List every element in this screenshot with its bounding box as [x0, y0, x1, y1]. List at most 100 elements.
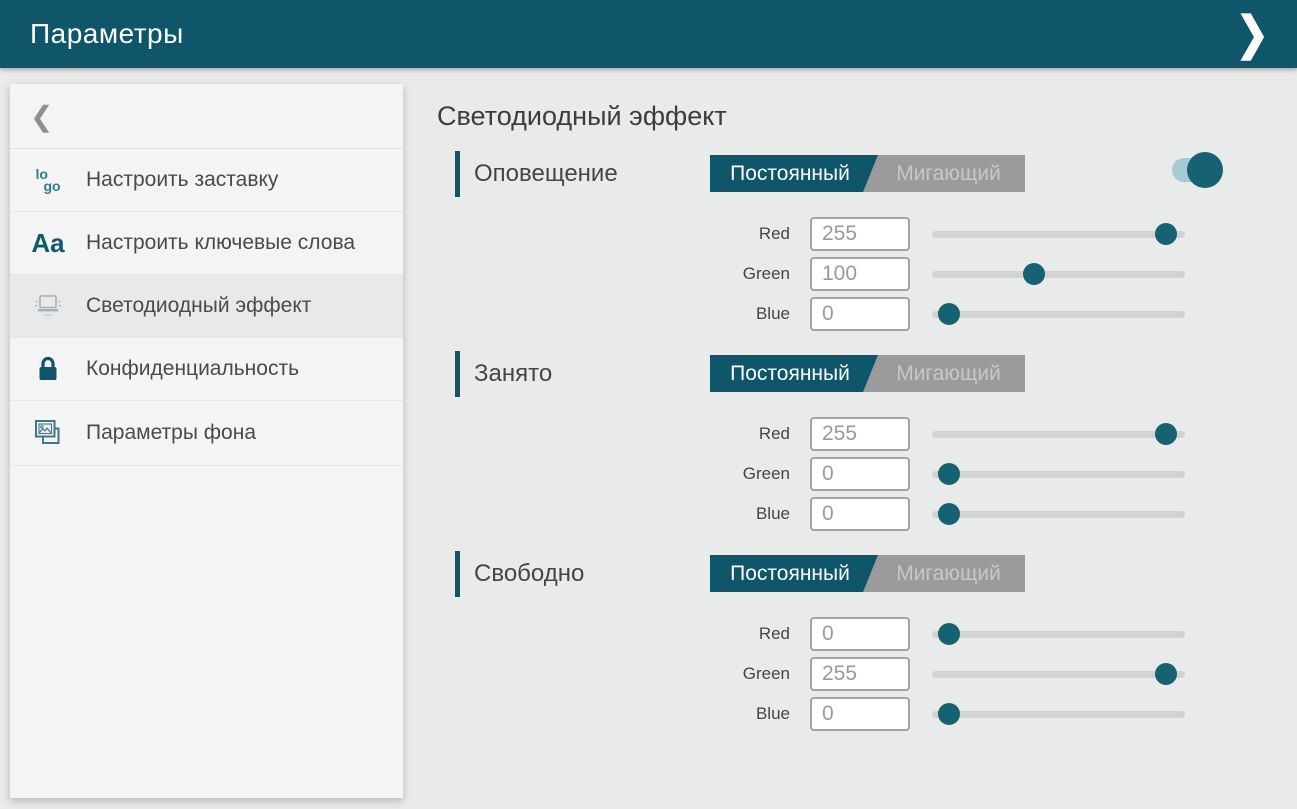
channel-label: Blue	[437, 504, 790, 524]
sidebar-item-label: Светодиодный эффект	[86, 293, 311, 320]
mode-option-blinking[interactable]: Мигающий	[862, 355, 1025, 392]
green-slider	[932, 463, 1185, 485]
green-slider-thumb[interactable]	[938, 463, 960, 485]
green-value-input[interactable]	[810, 657, 910, 691]
channel-row: Green	[437, 457, 1297, 491]
page-title: Светодиодный эффект	[437, 101, 1297, 132]
blue-value-input[interactable]	[810, 697, 910, 731]
red-slider-track[interactable]	[932, 431, 1185, 438]
channel-label: Red	[437, 424, 790, 444]
sidebar-item-label: Настроить заставку	[86, 167, 278, 194]
led-sections: Оповещение Мигающий Постоянный Red Green	[437, 151, 1297, 731]
channel-label: Blue	[437, 704, 790, 724]
sidebar-item-label: Настроить ключевые слова	[86, 230, 355, 257]
section-accent-bar	[455, 551, 460, 597]
green-slider-thumb[interactable]	[1023, 263, 1045, 285]
blue-slider-track[interactable]	[932, 711, 1185, 718]
channel-row: Red	[437, 217, 1297, 251]
app-title: Параметры	[30, 18, 184, 50]
mode-toggle: Мигающий Постоянный	[710, 355, 1025, 392]
main-content: Светодиодный эффект Оповещение Мигающий …	[437, 84, 1297, 751]
mode-option-blinking[interactable]: Мигающий	[862, 155, 1025, 192]
red-slider-thumb[interactable]	[938, 623, 960, 645]
led-section: Оповещение Мигающий Постоянный Red Green	[437, 151, 1297, 331]
red-slider	[932, 623, 1185, 645]
section-accent-bar	[455, 351, 460, 397]
blue-slider	[932, 303, 1185, 325]
green-slider	[932, 263, 1185, 285]
red-slider	[932, 423, 1185, 445]
channel-row: Blue	[437, 297, 1297, 331]
red-value-input[interactable]	[810, 217, 910, 251]
section-title: Занято	[474, 360, 552, 388]
mode-option-constant[interactable]: Постоянный	[710, 155, 878, 192]
sidebar-item-background[interactable]: Параметры фона	[10, 401, 403, 466]
sidebar-item-label: Конфиденциальность	[86, 356, 299, 383]
section-header: Занято Мигающий Постоянный	[437, 351, 1297, 397]
app-header: Параметры ❯	[0, 0, 1297, 68]
background-icon	[10, 417, 86, 449]
channel-row: Blue	[437, 697, 1297, 731]
blue-slider-thumb[interactable]	[938, 703, 960, 725]
mode-toggle: Мигающий Постоянный	[710, 555, 1025, 592]
keywords-icon: Aa	[10, 230, 86, 256]
section-header: Свободно Мигающий Постоянный	[437, 551, 1297, 597]
channel-label: Green	[437, 264, 790, 284]
channel-row: Blue	[437, 497, 1297, 531]
sidebar-item-splash[interactable]: logo Настроить заставку	[10, 149, 403, 212]
led-effect-icon	[10, 292, 86, 320]
toggle-knob	[1187, 152, 1223, 188]
blue-slider-thumb[interactable]	[938, 503, 960, 525]
green-value-input[interactable]	[810, 257, 910, 291]
channel-row: Green	[437, 657, 1297, 691]
red-slider-thumb[interactable]	[1155, 223, 1177, 245]
blue-value-input[interactable]	[810, 497, 910, 531]
green-slider-thumb[interactable]	[1155, 663, 1177, 685]
blue-value-input[interactable]	[810, 297, 910, 331]
section-title: Оповещение	[474, 160, 618, 188]
channel-label: Red	[437, 624, 790, 644]
channel-label: Green	[437, 464, 790, 484]
green-slider-track[interactable]	[932, 471, 1185, 478]
led-section: Свободно Мигающий Постоянный Red Green B…	[437, 551, 1297, 731]
led-section: Занято Мигающий Постоянный Red Green Blu…	[437, 351, 1297, 531]
channel-rows: Red Green Blue	[437, 217, 1297, 331]
red-slider-track[interactable]	[932, 631, 1185, 638]
blue-slider-track[interactable]	[932, 511, 1185, 518]
back-button[interactable]: ❮	[10, 84, 403, 149]
section-header: Оповещение Мигающий Постоянный	[437, 151, 1297, 197]
blue-slider-thumb[interactable]	[938, 303, 960, 325]
green-slider-track[interactable]	[932, 271, 1185, 278]
sidebar: ❮ logo Настроить заставку Aa Настроить к…	[10, 84, 403, 798]
mode-option-constant[interactable]: Постоянный	[710, 355, 878, 392]
section-accent-bar	[455, 151, 460, 197]
mode-option-constant[interactable]: Постоянный	[710, 555, 878, 592]
forward-chevron-icon[interactable]: ❯	[1235, 11, 1269, 57]
blue-slider-track[interactable]	[932, 311, 1185, 318]
channel-row: Red	[437, 417, 1297, 451]
channel-row: Red	[437, 617, 1297, 651]
channel-rows: Red Green Blue	[437, 617, 1297, 731]
channel-label: Red	[437, 224, 790, 244]
sidebar-items: logo Настроить заставку Aa Настроить клю…	[10, 149, 403, 466]
lock-icon	[10, 354, 86, 384]
blue-slider	[932, 703, 1185, 725]
red-value-input[interactable]	[810, 417, 910, 451]
channel-label: Blue	[437, 304, 790, 324]
logo-icon: logo	[10, 168, 86, 192]
back-chevron-icon: ❮	[30, 100, 53, 133]
green-slider-track[interactable]	[932, 671, 1185, 678]
red-slider-thumb[interactable]	[1155, 423, 1177, 445]
red-slider-track[interactable]	[932, 231, 1185, 238]
sidebar-item-led-effect[interactable]: Светодиодный эффект	[10, 275, 403, 338]
section-title: Свободно	[474, 560, 584, 588]
sidebar-item-keywords[interactable]: Aa Настроить ключевые слова	[10, 212, 403, 275]
channel-rows: Red Green Blue	[437, 417, 1297, 531]
channel-row: Green	[437, 257, 1297, 291]
green-value-input[interactable]	[810, 457, 910, 491]
mode-option-blinking[interactable]: Мигающий	[862, 555, 1025, 592]
red-value-input[interactable]	[810, 617, 910, 651]
power-toggle[interactable]	[1172, 155, 1223, 185]
sidebar-item-privacy[interactable]: Конфиденциальность	[10, 338, 403, 401]
green-slider	[932, 663, 1185, 685]
